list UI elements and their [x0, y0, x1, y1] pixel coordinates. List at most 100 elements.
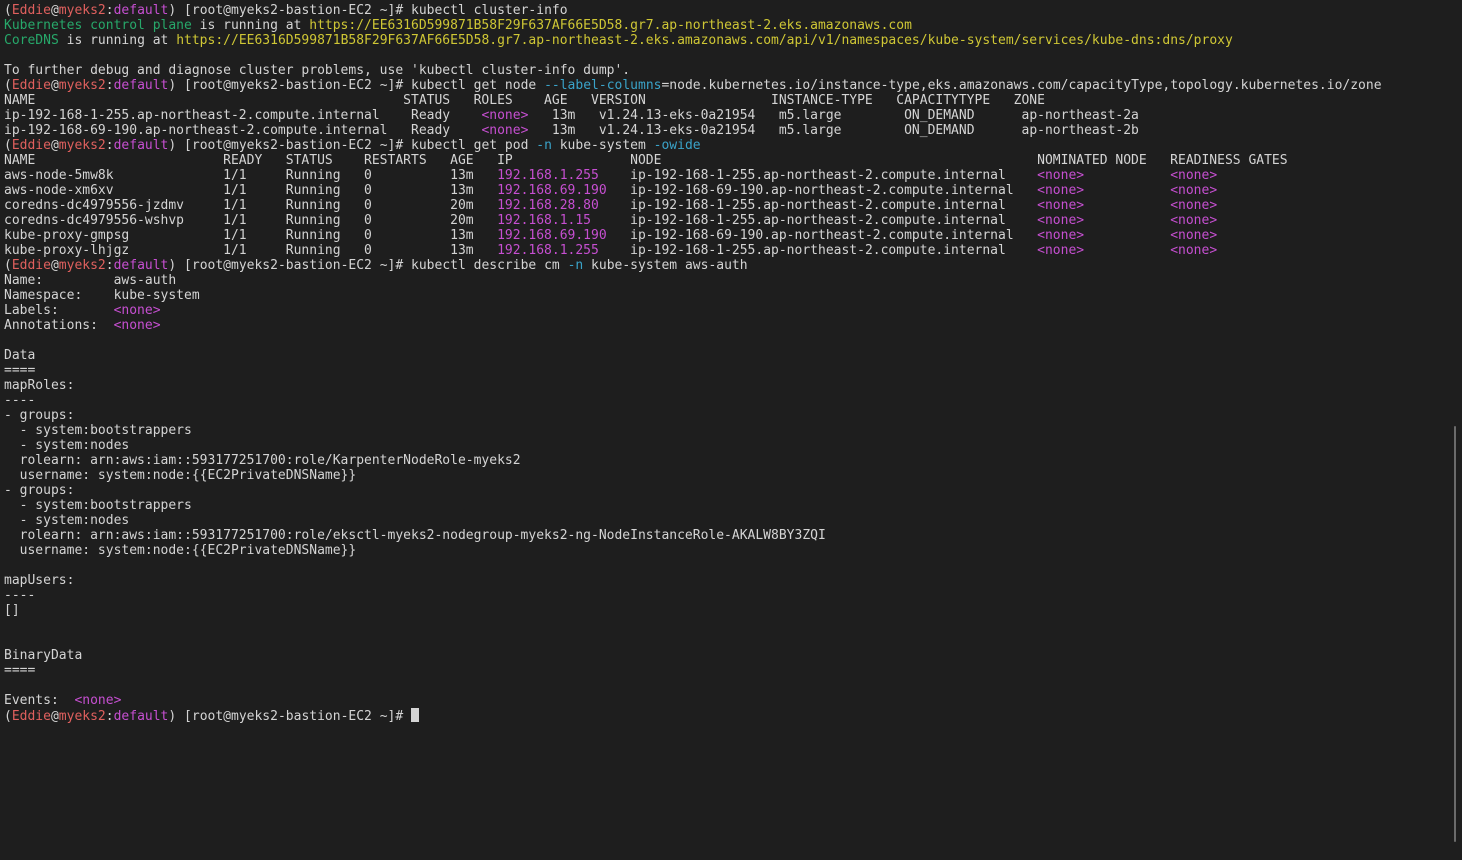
terminal-text: - system:bootstrappers [4, 423, 192, 438]
terminal-text: [] [4, 603, 20, 618]
terminal-line: - groups: [4, 483, 1462, 498]
terminal-text: ==== [4, 363, 36, 378]
terminal-line: (Eddie@myeks2:default) [root@myeks2-bast… [4, 258, 1462, 273]
terminal-text: is running at [191, 18, 310, 33]
terminal-text: ip-192-168-69-190.ap-northeast-2.compute… [4, 123, 482, 138]
terminal-text: <none> [481, 123, 529, 138]
terminal-line: aws-node-xm6xv 1/1 Running 0 13m 192.168… [4, 183, 1462, 198]
terminal-line: (Eddie@myeks2:default) [root@myeks2-bast… [4, 78, 1462, 93]
terminal-text: - system:bootstrappers [4, 498, 192, 513]
terminal-text: --label-columns [544, 78, 662, 93]
terminal-text: ip-192-168-1-255.ap-northeast-2.compute.… [598, 243, 1038, 258]
terminal-text: myeks2 [58, 709, 106, 724]
terminal-text: 192.168.69.190 [497, 183, 607, 198]
terminal-text: ---- [4, 588, 36, 603]
terminal-line: - system:nodes [4, 513, 1462, 528]
terminal-text: NAME STATUS ROLES AGE VERSION INSTANCE-T… [4, 93, 1045, 108]
terminal-text: <none> [1170, 198, 1218, 213]
scrollbar-track[interactable] [1452, 0, 1462, 860]
terminal-text: 192.168.69.190 [497, 228, 607, 243]
terminal-text: myeks2 [58, 3, 106, 18]
terminal-text: CoreDNS [4, 33, 59, 48]
terminal-line: rolearn: arn:aws:iam::593177251700:role/… [4, 453, 1462, 468]
terminal-text: rolearn: arn:aws:iam::593177251700:role/… [4, 528, 826, 543]
terminal-text: : [105, 78, 114, 93]
terminal-text: ip-192-168-69-190.ap-northeast-2.compute… [606, 183, 1038, 198]
terminal-text: myeks2 [58, 258, 106, 273]
terminal-text: <none> [1037, 243, 1085, 258]
terminal-text: <none> [1170, 228, 1218, 243]
terminal-text: ( [4, 3, 12, 18]
terminal-line: [] [4, 603, 1462, 618]
terminal-text: : [105, 3, 114, 18]
terminal-text: rolearn: arn:aws:iam::593177251700:role/… [4, 453, 521, 468]
terminal-text: 192.168.1.15 [497, 213, 592, 228]
terminal-window[interactable]: (Eddie@myeks2:default) [root@myeks2-bast… [0, 0, 1462, 860]
terminal-text: coredns-dc4979556-wshvp 1/1 Running 0 20… [4, 213, 498, 228]
terminal-text: Eddie [11, 138, 51, 153]
terminal-line: ==== [4, 363, 1462, 378]
terminal-text: Name: aws-auth [4, 273, 177, 288]
terminal-text: @ [50, 138, 59, 153]
terminal-text: <none> [1170, 243, 1218, 258]
terminal-line: mapRoles: [4, 378, 1462, 393]
terminal-text: mapRoles: [4, 378, 75, 393]
terminal-line: NAME STATUS ROLES AGE VERSION INSTANCE-T… [4, 93, 1462, 108]
terminal-text: 192.168.1.255 [497, 243, 599, 258]
terminal-line: CoreDNS is running at https://EE6316D599… [4, 33, 1462, 48]
text-cursor [411, 708, 420, 722]
terminal-text: Annotations: [4, 318, 114, 333]
terminal-text: -n [536, 138, 552, 153]
terminal-text: coredns-dc4979556-jzdmv 1/1 Running 0 20… [4, 198, 498, 213]
terminal-text: Eddie [11, 709, 51, 724]
terminal-line: Namespace: kube-system [4, 288, 1462, 303]
terminal-text: ip-192-168-1-255.ap-northeast-2.compute.… [591, 213, 1038, 228]
terminal-text: kube-system [551, 138, 654, 153]
terminal-text: default [113, 258, 169, 273]
terminal-text: username: system:node:{{EC2PrivateDNSNam… [4, 468, 357, 483]
terminal-text: ( [4, 709, 12, 724]
terminal-line: ---- [4, 588, 1462, 603]
terminal-text: To further debug and diagnose cluster pr… [4, 63, 631, 78]
terminal-line: ip-192-168-69-190.ap-northeast-2.compute… [4, 123, 1462, 138]
terminal-text: ---- [4, 393, 36, 408]
terminal-line: coredns-dc4979556-jzdmv 1/1 Running 0 20… [4, 198, 1462, 213]
terminal-text: default [113, 138, 169, 153]
terminal-text: ( [4, 258, 12, 273]
terminal-text: : [105, 138, 114, 153]
terminal-text: - system:nodes [4, 513, 130, 528]
terminal-line: ip-192-168-1-255.ap-northeast-2.compute.… [4, 108, 1462, 123]
terminal-line: Events: <none> [4, 693, 1462, 708]
terminal-line: username: system:node:{{EC2PrivateDNSNam… [4, 468, 1462, 483]
terminal-line: aws-node-5mw8k 1/1 Running 0 13m 192.168… [4, 168, 1462, 183]
terminal-line: mapUsers: [4, 573, 1462, 588]
terminal-output[interactable]: (Eddie@myeks2:default) [root@myeks2-bast… [4, 3, 1462, 724]
scrollbar-thumb[interactable] [1454, 426, 1456, 842]
terminal-text: default [113, 78, 169, 93]
terminal-text: https://EE6316D599871B58F29F637AF66E5D58… [309, 18, 912, 33]
terminal-text: <none> [113, 318, 161, 333]
terminal-text: kube-system aws-auth [583, 258, 748, 273]
terminal-text: @ [50, 78, 59, 93]
terminal-line: NAME READY STATUS RESTARTS AGE IP NODE N… [4, 153, 1462, 168]
terminal-text: ) [root@myeks2-bastion-EC2 ~]# kubectl c… [168, 3, 568, 18]
terminal-line: (Eddie@myeks2:default) [root@myeks2-bast… [4, 138, 1462, 153]
terminal-text: Events: [4, 693, 75, 708]
terminal-text: username: system:node:{{EC2PrivateDNSNam… [4, 543, 357, 558]
terminal-text: ) [root@myeks2-bastion-EC2 ~]# kubectl d… [168, 258, 568, 273]
terminal-text: Data [4, 348, 36, 363]
terminal-line: ==== [4, 663, 1462, 678]
terminal-text: <none> [1037, 198, 1085, 213]
terminal-text: <none> [1037, 228, 1085, 243]
terminal-line: rolearn: arn:aws:iam::593177251700:role/… [4, 528, 1462, 543]
terminal-text: <none> [74, 693, 122, 708]
terminal-text: - groups: [4, 408, 75, 423]
